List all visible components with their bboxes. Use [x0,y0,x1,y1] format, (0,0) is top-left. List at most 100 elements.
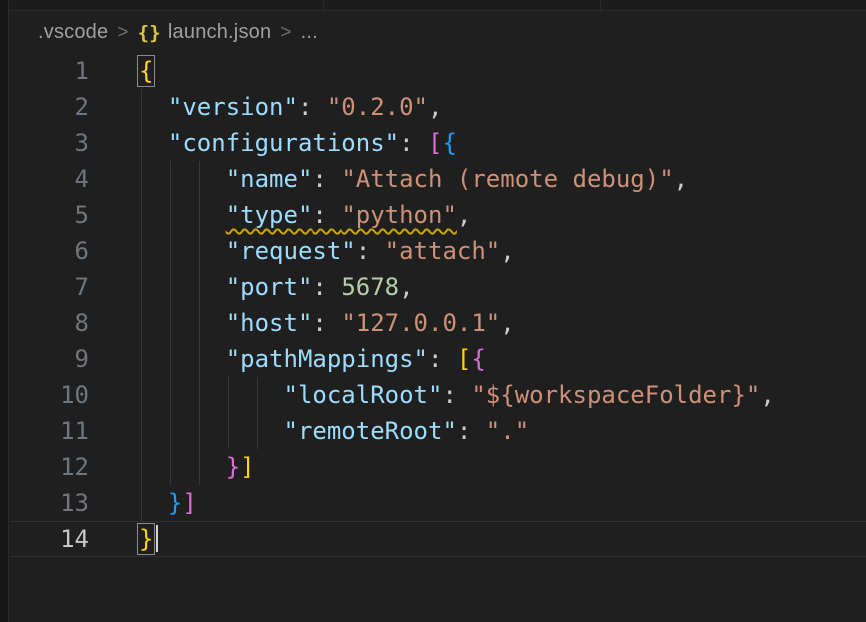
code-token: "remoteRoot" [284,417,457,445]
code-token: : [428,345,457,373]
line-number: 11 [10,413,89,449]
code-token: { [471,345,485,373]
code-line-content: "type": "python", [139,197,866,233]
chevron-right-icon: > [280,22,291,44]
code-token: "localRoot" [284,381,443,409]
code-token: ] [182,489,196,517]
code-token: } [226,453,240,481]
code-token: "Attach (remote debug)" [341,165,673,193]
code-token: "." [486,417,529,445]
code-token: "port" [226,273,313,301]
code-token: : [457,417,486,445]
code-token [139,237,226,265]
code-token: : [312,165,341,193]
chevron-right-icon: > [117,22,128,44]
json-file-icon: {} [138,22,161,44]
code-token [139,273,226,301]
code-editor[interactable]: 1{2 "version": "0.2.0",3 "configurations… [10,53,866,622]
code-line-content: "name": "Attach (remote debug)", [139,161,866,197]
line-number: 3 [10,125,89,161]
code-line[interactable]: 4 "name": "Attach (remote debug)", [10,161,866,197]
code-token: "127.0.0.1" [341,309,500,337]
code-token: [ [428,129,442,157]
code-line[interactable]: 13 }] [10,485,866,521]
breadcrumb: .vscode > {} launch.json > ... [10,12,866,53]
vscode-editor-window: .vscode > {} launch.json > ... 1{2 "vers… [0,0,866,622]
line-number: 8 [10,305,89,341]
code-line-content: "port": 5678, [139,269,866,305]
line-number: 7 [10,269,89,305]
code-token [139,489,168,517]
matched-bracket: { [139,57,153,85]
code-token: : [312,273,341,301]
code-line[interactable]: 9 "pathMappings": [{ [10,341,866,377]
code-token: 5678 [341,273,399,301]
code-token [139,417,284,445]
breadcrumb-file[interactable]: launch.json [168,21,271,44]
code-token: "python" [341,201,457,229]
code-line[interactable]: 5 "type": "python", [10,197,866,233]
code-token: , [428,93,442,121]
tab-divider [600,0,601,11]
line-number: 2 [10,89,89,125]
code-token: : [442,381,471,409]
code-line[interactable]: 1{ [10,53,866,89]
code-line[interactable]: 8 "host": "127.0.0.1", [10,305,866,341]
code-line[interactable]: 7 "port": 5678, [10,269,866,305]
code-token: , [760,381,774,409]
code-line-content: { [139,53,866,89]
code-line-content: "host": "127.0.0.1", [139,305,866,341]
line-number: 12 [10,449,89,485]
code-line[interactable]: 11 "remoteRoot": "." [10,413,866,449]
code-token: [ [457,345,471,373]
code-line[interactable]: 14} [10,521,866,557]
code-token: , [399,273,413,301]
code-line-content: "version": "0.2.0", [139,89,866,125]
code-line-content: }] [139,485,866,521]
code-line-content: "request": "attach", [139,233,866,269]
code-token: , [500,237,514,265]
code-line-content: "localRoot": "${workspaceFolder}", [139,377,866,413]
code-line-content: } [139,521,866,557]
line-number: 13 [10,485,89,521]
code-line-content: "remoteRoot": "." [139,413,866,449]
code-token: "type" [226,201,313,229]
code-token [139,165,226,193]
code-token: , [500,309,514,337]
code-token: , [674,165,688,193]
breadcrumb-symbol-ellipsis[interactable]: ... [301,21,318,44]
code-token: "0.2.0" [327,93,428,121]
line-number: 4 [10,161,89,197]
code-token: "request" [226,237,356,265]
code-line[interactable]: 10 "localRoot": "${workspaceFolder}", [10,377,866,413]
code-token [139,453,226,481]
line-number: 14 [10,521,89,557]
code-token [139,309,226,337]
code-line[interactable]: 12 }] [10,449,866,485]
code-line-content: }] [139,449,866,485]
code-token: "${workspaceFolder}" [471,381,760,409]
code-token: : [356,237,385,265]
code-line[interactable]: 3 "configurations": [{ [10,125,866,161]
tab-divider [323,0,324,11]
code-token: "name" [226,165,313,193]
tab-bar[interactable] [10,0,866,11]
matched-bracket: } [139,525,153,553]
line-number: 1 [10,53,89,89]
line-number: 10 [10,377,89,413]
sidebar-edge [0,0,9,622]
breadcrumb-folder[interactable]: .vscode [38,21,108,44]
code-token [139,93,168,121]
code-token: , [457,201,471,229]
code-token: : [312,309,341,337]
code-token [139,381,284,409]
code-line[interactable]: 2 "version": "0.2.0", [10,89,866,125]
code-line[interactable]: 6 "request": "attach", [10,233,866,269]
code-token [139,345,226,373]
code-token [139,129,168,157]
code-token: "pathMappings" [226,345,428,373]
code-token: : [399,129,428,157]
code-token: } [168,489,182,517]
code-token: "configurations" [168,129,399,157]
code-token: "attach" [385,237,501,265]
